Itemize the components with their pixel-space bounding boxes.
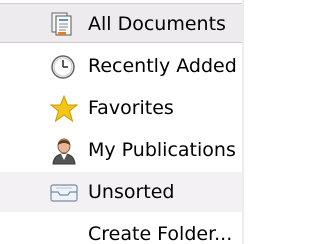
star-icon: [49, 94, 79, 124]
sidebar-item-label: My Publications: [88, 139, 236, 161]
sidebar-item-label: Favorites: [88, 97, 174, 119]
create-folder-link[interactable]: Create Folder...: [0, 214, 244, 244]
sidebar-item-all-documents[interactable]: All Documents: [0, 3, 244, 43]
sidebar-item-favorites[interactable]: Favorites: [0, 88, 244, 128]
scrollbar-edge[interactable]: [242, 0, 244, 244]
sidebar-item-unsorted[interactable]: Unsorted: [0, 172, 244, 212]
documents-icon: [49, 10, 79, 40]
collections-sidebar: All Documents Recently Added Favorites M…: [0, 0, 244, 244]
sidebar-item-label: Unsorted: [88, 181, 175, 203]
sidebar-item-label: Recently Added: [88, 55, 237, 77]
person-icon: [49, 136, 79, 166]
create-folder-label: Create Folder...: [88, 223, 233, 244]
sidebar-item-my-publications[interactable]: My Publications: [0, 130, 244, 170]
sidebar-item-label: All Documents: [88, 13, 226, 35]
clock-icon: [49, 52, 79, 82]
sidebar-item-recently-added[interactable]: Recently Added: [0, 46, 244, 86]
tray-icon: [49, 178, 79, 208]
